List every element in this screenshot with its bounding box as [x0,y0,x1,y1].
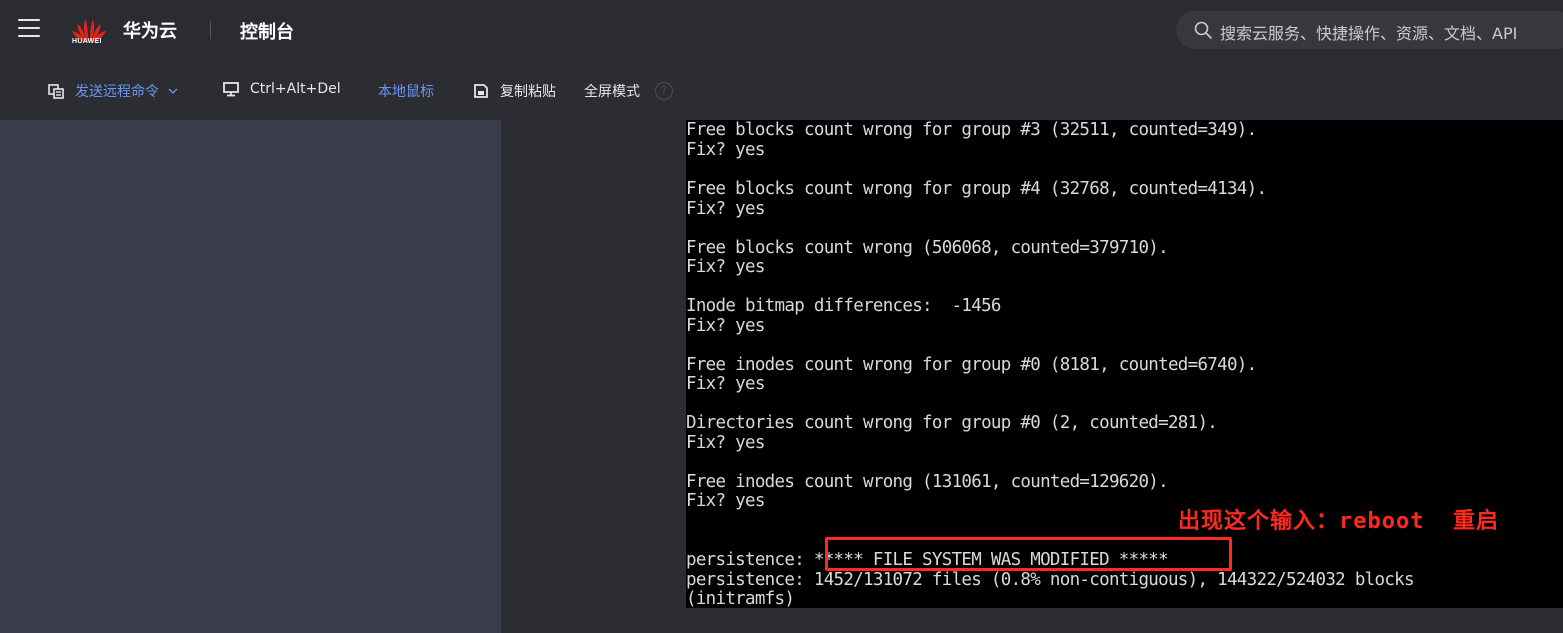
ctrl-alt-del-label: Ctrl+Alt+Del [250,81,341,97]
terminal-line: Fix? yes [686,491,765,511]
help-icon[interactable]: ? [655,82,673,100]
fullscreen-label: 全屏模式 [584,84,640,100]
send-command-label: 发送远程命令 [75,84,159,100]
clipboard-icon [474,84,488,98]
fullscreen-button[interactable]: 全屏模式 [584,81,640,101]
terminal-line: Fix? yes [686,139,765,160]
terminal-line: Free blocks count wrong (506068, counted… [686,237,1169,258]
chevron-down-icon [168,88,178,94]
header-divider [210,21,211,39]
left-side-panel [0,120,501,633]
annotation-highlight-box [825,537,1232,571]
terminal-line: Free inodes count wrong for group #0 (81… [686,354,1257,375]
search-placeholder: 搜索云服务、快捷操作、资源、文档、API [1220,24,1518,43]
terminal-line: Free inodes count wrong (131061, counted… [686,471,1169,492]
copy-paste-button[interactable]: 复制粘贴 [473,81,556,101]
send-remote-command-dropdown[interactable]: 发送远程命令 [48,81,178,101]
search-icon [1194,21,1212,39]
global-search-input[interactable]: 搜索云服务、快捷操作、资源、文档、API [1176,11,1563,49]
hamburger-menu-icon[interactable] [18,19,40,39]
terminal-line: (initramfs) [686,589,795,608]
terminal-line: persistence: 1452/131072 files (0.8% non… [686,569,1415,590]
annotation-note: 出现这个输入：reboot 重启 [1178,509,1499,534]
send-command-icon [48,84,64,99]
copy-paste-label: 复制粘贴 [500,84,556,100]
terminal-line: Fix? yes [686,432,765,453]
remote-console-toolbar: 发送远程命令 Ctrl+Alt+Del 本地鼠标 复制粘贴 全屏模式 [0,60,1563,120]
terminal-line: Fix? yes [686,257,765,277]
terminal-line: Fix? yes [686,315,765,336]
terminal-line: Free blocks count wrong for group #4 (32… [686,179,1267,199]
terminal-line: Inode bitmap differences: -1456 [686,296,1001,316]
terminal-line: Free blocks count wrong for group #3 (32… [686,120,1257,140]
monitor-icon [223,82,239,97]
ctrl-alt-del-button[interactable]: Ctrl+Alt+Del [223,81,341,97]
console-title[interactable]: 控制台 [240,18,294,44]
brand-name[interactable]: 华为云 [123,17,177,43]
terminal-line: Directories count wrong for group #0 (2,… [686,413,1218,433]
terminal-line: Fix? yes [686,198,765,219]
terminal-line: Fix? yes [686,374,765,394]
local-mouse-button[interactable]: 本地鼠标 [378,81,434,101]
top-header: HUAWEI 华为云 控制台 搜索云服务、快捷操作、资源、文档、API [0,0,1563,60]
local-mouse-label: 本地鼠标 [378,84,434,100]
logo-wordmark: HUAWEI [72,38,102,45]
